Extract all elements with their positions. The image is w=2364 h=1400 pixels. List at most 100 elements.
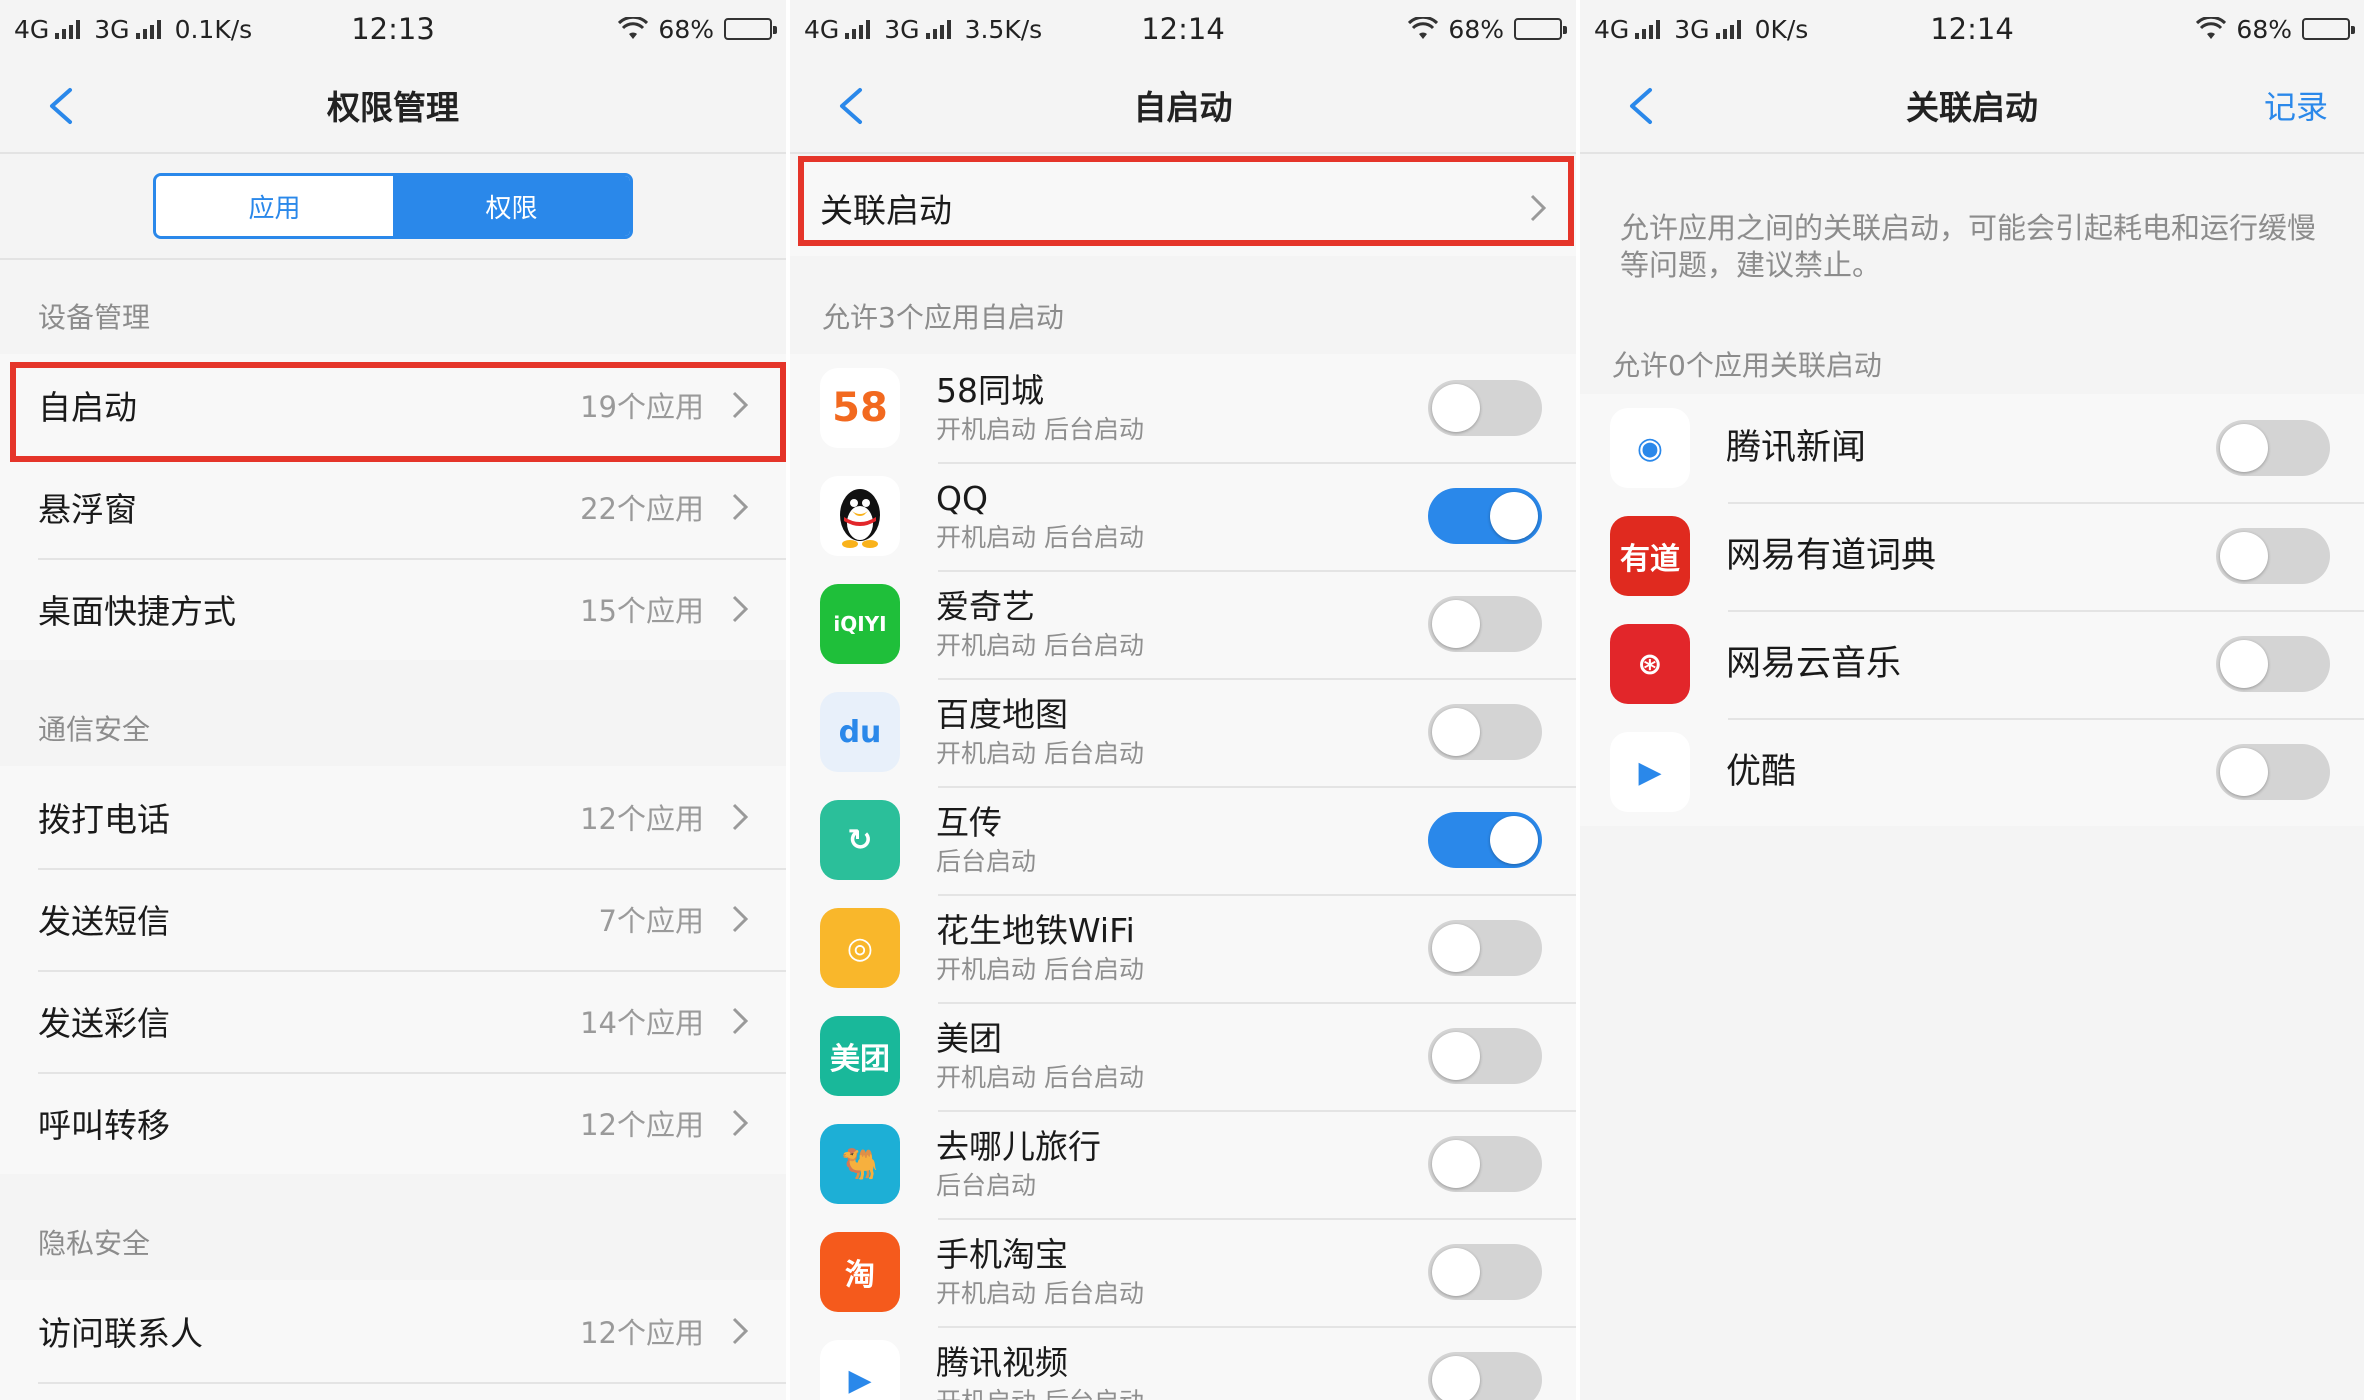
wifi-icon: [1408, 17, 1439, 39]
app-name: 美团: [936, 1019, 1002, 1058]
row-count: 12个应用: [580, 1108, 704, 1142]
app-text: 百度地图 开机启动 后台启动: [936, 693, 1428, 771]
row-label: 悬浮窗: [38, 490, 137, 529]
network-label-1: 4G: [1594, 14, 1630, 44]
app-name: 互传: [936, 803, 1002, 842]
permission-row-partial: [0, 1382, 786, 1400]
autostart-toggle[interactable]: [1428, 1352, 1542, 1400]
autostart-toggle[interactable]: [1428, 704, 1542, 760]
app-row: ↻ 互传 后台启动: [790, 786, 1576, 894]
autostart-toggle[interactable]: [1428, 1244, 1542, 1300]
netease-music-icon: ⊛: [1610, 624, 1690, 704]
wifi-icon: [618, 17, 649, 39]
status-bar: 4G 3G 0K/s 12:14 68%: [1580, 0, 2364, 58]
iqiyi-icon: iQIYI: [820, 584, 900, 664]
app-startup-types: 开机启动 后台启动: [936, 1279, 1144, 1308]
segment-control-wrap: 应用 权限: [0, 154, 786, 260]
chevron-right-icon: [732, 905, 748, 933]
meituan-icon: 美团: [820, 1016, 900, 1096]
icon-glyph: ◎: [846, 930, 874, 966]
autostart-toggle[interactable]: [1428, 1028, 1542, 1084]
tencent-video-icon: ▶: [820, 1340, 900, 1400]
row-label: 拨打电话: [38, 800, 170, 839]
youku-icon: ▶: [1610, 732, 1690, 812]
tab-apps[interactable]: 应用: [156, 176, 393, 236]
app-row: 🐫 去哪儿旅行 后台启动: [790, 1110, 1576, 1218]
network-label-2: 3G: [1674, 14, 1710, 44]
entry-label: 关联启动: [820, 191, 952, 230]
58-tongcheng-icon: 58: [820, 368, 900, 448]
linked-start-entry[interactable]: 关联启动: [790, 160, 1576, 256]
section-title: 允许0个应用关联启动: [1612, 349, 1882, 382]
icon-glyph: ▶: [848, 1362, 872, 1398]
app-name: 花生地铁WiFi: [936, 911, 1135, 950]
back-arrow-icon[interactable]: [44, 86, 80, 126]
row-count: 22个应用: [580, 492, 704, 526]
qq-penguin-icon: [820, 476, 900, 556]
net-speed: 0K/s: [1754, 14, 1809, 44]
app-row: ▶ 优酷: [1580, 718, 2364, 826]
taobao-icon: 淘: [820, 1232, 900, 1312]
chevron-right-icon: [1530, 194, 1546, 222]
icon-glyph: ▶: [1638, 754, 1662, 790]
permission-row-floating-window[interactable]: 悬浮窗 22个应用: [0, 456, 786, 558]
app-name: 网易有道词典: [1726, 536, 1937, 576]
autostart-toggle[interactable]: [2216, 528, 2330, 584]
signal-bars-icon: [1635, 19, 1661, 39]
toggle-knob: [1432, 600, 1480, 648]
autostart-screen: 4G 3G 3.5K/s 12:14 68% 自启动 关联启动 允许3个应用自启…: [790, 0, 1576, 1400]
app-name: 爱奇艺: [936, 587, 1035, 626]
records-link[interactable]: 记录: [2264, 82, 2328, 128]
row-label: 访问联系人: [38, 1314, 203, 1353]
autostart-toggle[interactable]: [1428, 1136, 1542, 1192]
autostart-toggle[interactable]: [1428, 812, 1542, 868]
app-name: 网易云音乐: [1726, 644, 1902, 684]
chevron-right-icon: [732, 1109, 748, 1137]
battery-percent: 68%: [658, 14, 714, 44]
row-count: 14个应用: [580, 1006, 704, 1040]
back-arrow-icon[interactable]: [1624, 86, 1660, 126]
battery-icon: [2302, 18, 2355, 40]
app-startup-types: 开机启动 后台启动: [936, 955, 1144, 984]
battery-icon: [1514, 18, 1567, 40]
autostart-toggle[interactable]: [2216, 744, 2330, 800]
app-text: 手机淘宝 开机启动 后台启动: [936, 1233, 1428, 1311]
back-arrow-icon[interactable]: [834, 86, 870, 126]
section-privacy-security: 隐私安全 访问联系人 12个应用: [0, 1174, 786, 1400]
toggle-knob: [1432, 708, 1480, 756]
app-name: 腾讯视频: [936, 1343, 1068, 1382]
autostart-toggle[interactable]: [1428, 488, 1542, 544]
hu-chuan-icon: ↻: [820, 800, 900, 880]
page-title: 自启动: [1133, 88, 1233, 127]
permission-row-desktop-shortcut[interactable]: 桌面快捷方式 15个应用: [0, 558, 786, 660]
autostart-toggle[interactable]: [1428, 920, 1542, 976]
permission-row-call-forward[interactable]: 呼叫转移 12个应用: [0, 1072, 786, 1174]
app-startup-types: 开机启动 后台启动: [936, 631, 1144, 660]
app-name: 58同城: [936, 371, 1044, 410]
autostart-toggle[interactable]: [2216, 636, 2330, 692]
app-text: 优酷: [1726, 750, 2216, 794]
autostart-toggle[interactable]: [2216, 420, 2330, 476]
tab-permissions[interactable]: 权限: [393, 176, 630, 236]
app-text: 网易有道词典: [1726, 534, 2216, 578]
permission-row-access-contacts[interactable]: 访问联系人 12个应用: [0, 1280, 786, 1382]
autostart-toggle[interactable]: [1428, 380, 1542, 436]
page-title: 关联启动: [1906, 88, 2038, 127]
icon-glyph: ↻: [847, 822, 873, 858]
permission-row-send-mms[interactable]: 发送彩信 14个应用: [0, 970, 786, 1072]
app-text: 去哪儿旅行 后台启动: [936, 1125, 1428, 1203]
app-name: QQ: [936, 479, 988, 518]
signal-bars-icon: [55, 19, 81, 39]
permission-row-autostart[interactable]: 自启动 19个应用: [0, 354, 786, 456]
app-name: 百度地图: [936, 695, 1068, 734]
app-name: 优酷: [1726, 752, 1797, 792]
signal-group: 4G 3G 0.1K/s: [14, 15, 252, 44]
signal-bars-icon: [1715, 19, 1741, 39]
permission-row-send-sms[interactable]: 发送短信 7个应用: [0, 868, 786, 970]
app-row: 58 58同城 开机启动 后台启动: [790, 354, 1576, 462]
toggle-knob: [1432, 1356, 1480, 1400]
permission-row-make-call[interactable]: 拨打电话 12个应用: [0, 766, 786, 868]
icon-glyph: iQIYI: [833, 612, 887, 636]
net-speed: 0.1K/s: [174, 14, 253, 44]
autostart-toggle[interactable]: [1428, 596, 1542, 652]
